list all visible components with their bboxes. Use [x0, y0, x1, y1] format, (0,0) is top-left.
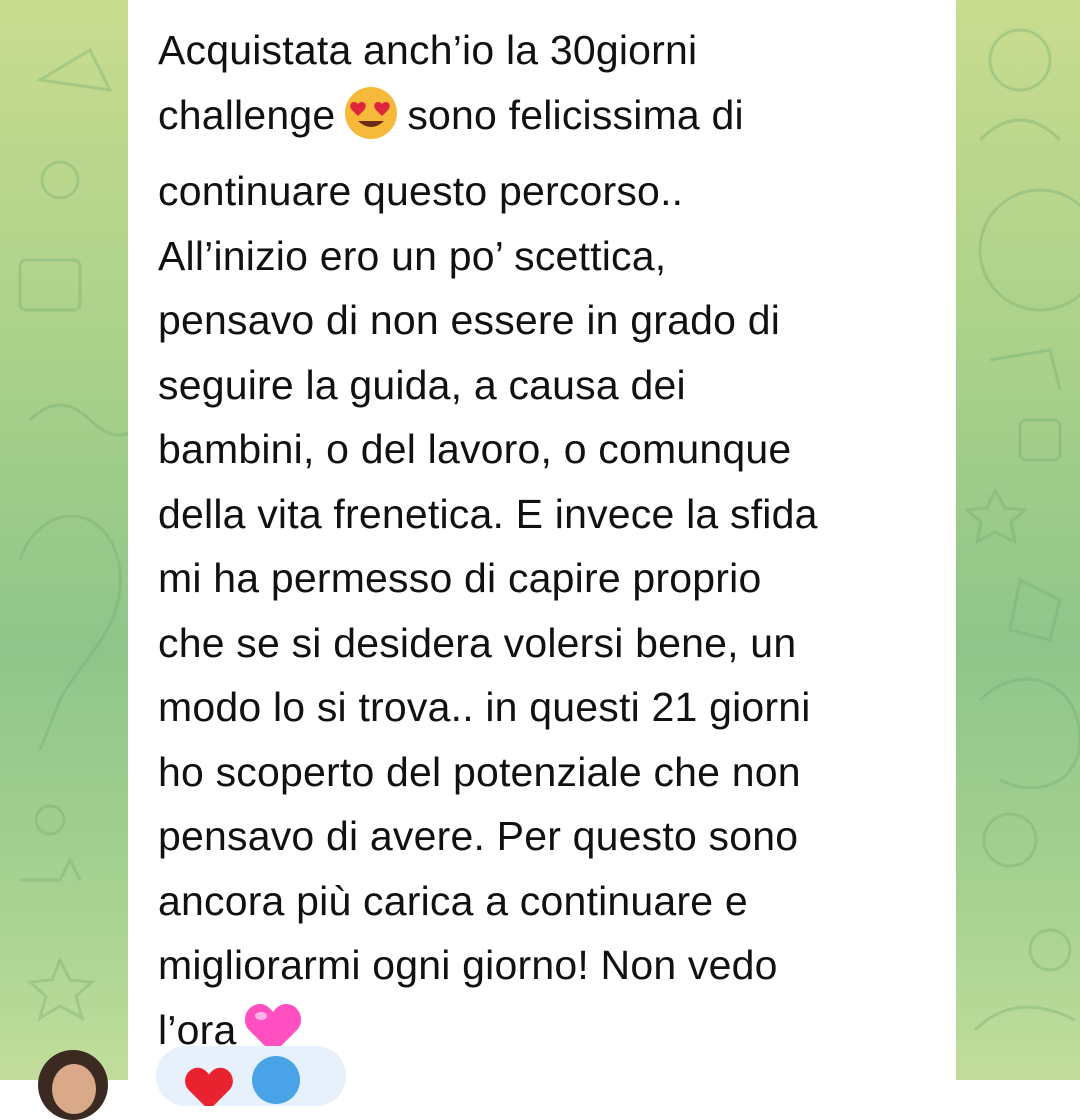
message-line: pensavo di avere. Per questo sono — [158, 813, 799, 859]
message-line: All’inizio ero un po’ scettica, — [158, 232, 667, 279]
message-line: della vita frenetica. E invece la sfida — [158, 490, 818, 537]
message-line: ho scoperto del potenziale che non — [158, 748, 801, 795]
message-line: mi ha permesso di capire proprio — [158, 555, 762, 601]
message-line: Acquistata anch’io la 30giorni — [158, 27, 698, 73]
message-line-part: challenge — [158, 91, 336, 138]
message-line: ancora più carica a continuare e — [158, 877, 748, 924]
heart-eyes-emoji-icon — [343, 85, 399, 160]
reactions-pill[interactable] — [156, 1046, 346, 1106]
message-line: continuare questo percorso.. — [158, 168, 684, 214]
message-line: che se si desidera volersi bene, un — [158, 619, 797, 666]
message-line: challenge sono felicissima di — [158, 83, 938, 160]
message-line: migliorarmi ogni giorno! Non vedo — [158, 942, 778, 988]
reactor-avatar[interactable] — [252, 1056, 300, 1104]
message-line: pensavo di non essere in grado di — [158, 297, 781, 343]
message-line: bambini, o del lavoro, o comunque — [158, 426, 792, 472]
message-line: seguire la guida, a causa dei — [158, 361, 686, 408]
sender-avatar[interactable] — [38, 1050, 108, 1120]
message-line: modo lo si trova.. in questi 21 giorni — [158, 684, 811, 730]
red-heart-icon — [184, 1066, 234, 1106]
message-text: Acquistata anch’io la 30giorni challenge… — [158, 18, 938, 1074]
avatar-face — [52, 1064, 96, 1114]
message-line-part: sono felicissima di — [407, 91, 744, 138]
